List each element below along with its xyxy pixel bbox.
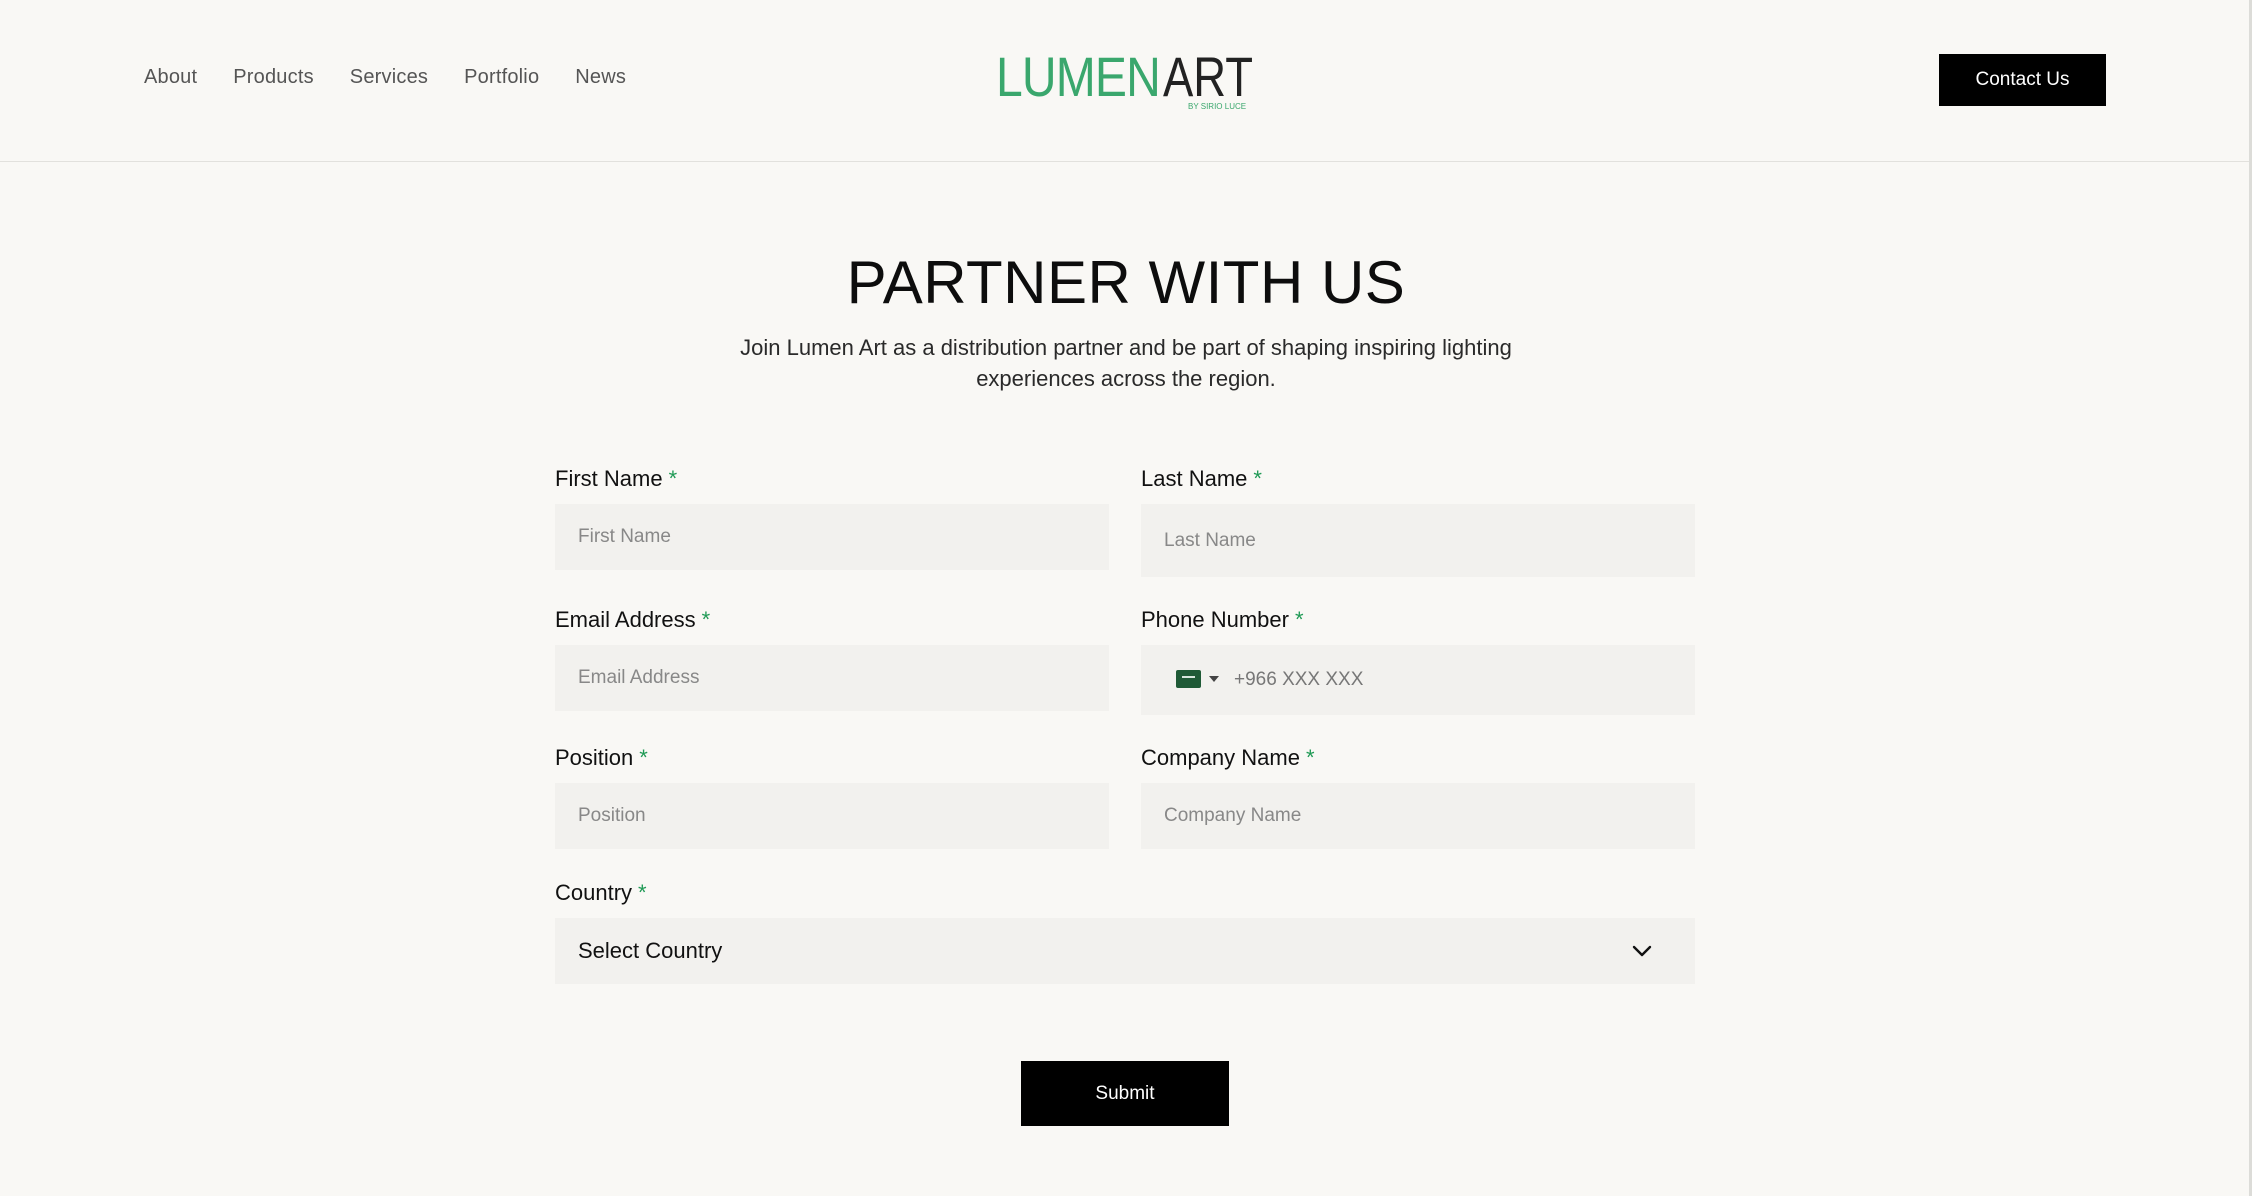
page-subtitle: Join Lumen Art as a distribution partner… [676, 332, 1576, 394]
country-label: Country * [555, 880, 647, 905]
site-header: About Products Services Portfolio News L… [0, 0, 2249, 162]
phone-field: Phone Number * [1141, 605, 1695, 715]
last-name-field: Last Name * [1141, 464, 1695, 577]
country-field: Country * Select Country [555, 878, 1695, 984]
company-label: Company Name * [1141, 745, 1315, 770]
email-input[interactable] [555, 645, 1109, 711]
phone-label: Phone Number * [1141, 607, 1304, 632]
required-mark: * [668, 466, 678, 491]
last-name-label: Last Name * [1141, 466, 1262, 491]
phone-input[interactable] [1234, 645, 1674, 715]
required-mark: * [1305, 745, 1315, 770]
nav-news[interactable]: News [575, 66, 626, 89]
contact-us-button[interactable]: Contact Us [1939, 54, 2106, 106]
required-mark: * [1253, 466, 1262, 491]
country-select[interactable]: Select Country [555, 918, 1695, 984]
phone-input-group [1141, 645, 1695, 715]
position-input[interactable] [555, 783, 1109, 849]
last-name-input[interactable] [1141, 504, 1695, 577]
subtitle-line-2: experiences across the region. [976, 366, 1276, 391]
country-select-value: Select Country [578, 938, 723, 963]
subtitle-line-1: Join Lumen Art as a distribution partner… [740, 335, 1512, 360]
chevron-down-icon [1632, 945, 1652, 957]
first-name-label: First Name * [555, 466, 678, 491]
position-field: Position * [555, 743, 1109, 849]
position-label: Position * [555, 745, 648, 770]
submit-button[interactable]: Submit [1021, 1061, 1229, 1126]
logo-tagline: BY SIRIO LUCE [1188, 102, 1246, 111]
required-mark: * [639, 745, 648, 770]
lumen-art-logo[interactable]: LUMEN ART BY SIRIO LUCE [996, 50, 1256, 112]
email-field: Email Address * [555, 605, 1109, 711]
saudi-flag-icon[interactable] [1176, 670, 1201, 688]
nav-about[interactable]: About [144, 66, 197, 89]
country-code-caret-icon[interactable] [1209, 676, 1219, 682]
nav-products[interactable]: Products [233, 66, 314, 89]
logo-word-left: LUMEN [996, 50, 1160, 108]
required-mark: * [638, 880, 647, 905]
nav-portfolio[interactable]: Portfolio [464, 66, 539, 89]
required-mark: * [1294, 607, 1304, 632]
logo-word-right: ART [1163, 50, 1253, 108]
company-input[interactable] [1141, 783, 1695, 849]
logo-wordmark: LUMEN ART BY SIRIO LUCE [996, 50, 1253, 111]
required-mark: * [701, 607, 711, 632]
nav-services[interactable]: Services [350, 66, 428, 89]
first-name-input[interactable] [555, 504, 1109, 570]
company-field: Company Name * [1141, 743, 1695, 849]
first-name-field: First Name * [555, 464, 1109, 570]
page-title: PARTNER WITH US [846, 249, 1406, 316]
main-nav: About Products Services Portfolio News [144, 66, 626, 89]
email-label: Email Address * [555, 607, 711, 632]
page: About Products Services Portfolio News L… [0, 0, 2252, 1196]
